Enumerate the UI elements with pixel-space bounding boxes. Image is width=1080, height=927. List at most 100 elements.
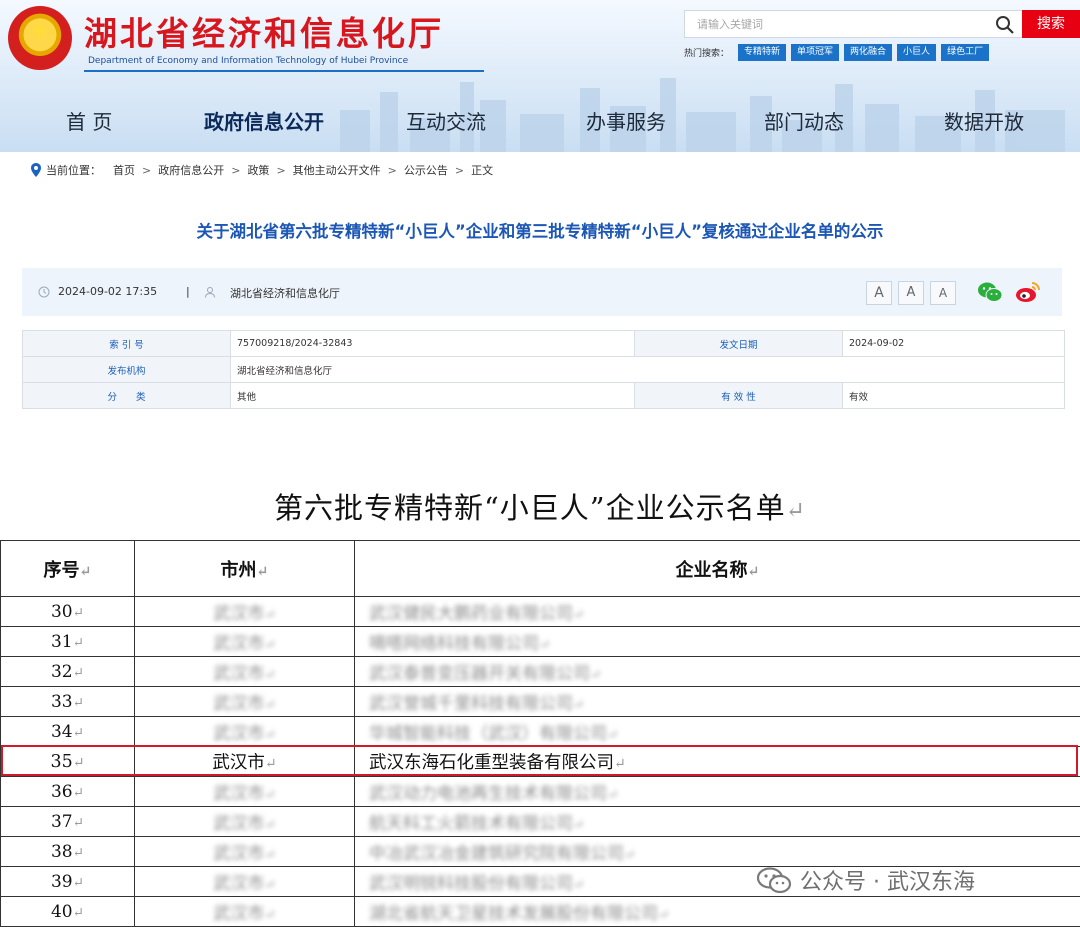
table-row: 38↵武汉市↵中冶武汉冶金建筑研究院有限公司↵ xyxy=(1,837,1080,867)
search-input[interactable] xyxy=(697,15,977,33)
breadcrumb-separator: > xyxy=(388,164,397,177)
table-row: 32↵武汉市↵武汉泰普变压器开关有限公司↵ xyxy=(1,657,1080,687)
hot-tag[interactable]: 单项冠军 xyxy=(791,44,839,61)
table-row: 33↵武汉市↵武汉誉城千里科技有限公司↵ xyxy=(1,687,1080,717)
row-number: 40↵ xyxy=(1,897,135,927)
nav-item-dept-news[interactable]: 部门动态 xyxy=(764,106,844,135)
breadcrumb-item[interactable]: 其他主动公开文件 xyxy=(293,162,381,178)
row-city: 武汉市↵ xyxy=(135,897,355,927)
breadcrumb-item[interactable]: 政策 xyxy=(247,162,269,178)
row-company-name: 武汉健民大鹏药业有限公司↵ xyxy=(355,597,1080,627)
user-icon xyxy=(204,286,216,298)
header-cell-city: 市州↵ xyxy=(135,541,355,597)
row-number: 34↵ xyxy=(1,717,135,747)
article-title: 关于湖北省第六批专精特新“小巨人”企业和第三批专精特新“小巨人”复核通过企业名单… xyxy=(0,218,1080,242)
row-city: 武汉市↵ xyxy=(135,807,355,837)
clock-icon xyxy=(38,286,50,298)
weibo-share-icon[interactable] xyxy=(1014,280,1042,304)
article-info-table: 索 引 号 757009218/2024-32843 发文日期 2024-09-… xyxy=(22,330,1065,409)
table-row: 30↵武汉市↵武汉健民大鹏药业有限公司↵ xyxy=(1,597,1080,627)
search-button[interactable]: 搜索 xyxy=(1022,10,1080,38)
row-number: 39↵ xyxy=(1,867,135,897)
nav-item-gov-info[interactable]: 政府信息公开 xyxy=(204,106,324,135)
breadcrumb-item[interactable]: 政府信息公开 xyxy=(158,162,224,178)
row-company-name: 武汉誉城千里科技有限公司↵ xyxy=(355,687,1080,717)
row-number: 30↵ xyxy=(1,597,135,627)
row-number: 32↵ xyxy=(1,657,135,687)
watermark-text: 公众号 · 武汉东海 xyxy=(800,864,975,896)
row-city: 武汉市↵ xyxy=(135,627,355,657)
header-cell-no: 序号↵ xyxy=(1,541,135,597)
font-size-large-button[interactable]: A xyxy=(866,281,892,305)
publish-datetime: 2024-09-02 17:35 xyxy=(58,285,157,298)
nav-item-home[interactable]: 首 页 xyxy=(66,106,112,135)
row-number: 33↵ xyxy=(1,687,135,717)
nav-item-services[interactable]: 办事服务 xyxy=(586,106,666,135)
info-value: 其他 xyxy=(231,383,635,409)
breadcrumb-separator: > xyxy=(455,164,464,177)
row-number: 38↵ xyxy=(1,837,135,867)
nav-item-interaction[interactable]: 互动交流 xyxy=(406,106,486,135)
row-company-name: 中冶武汉冶金建筑研究院有限公司↵ xyxy=(355,837,1080,867)
breadcrumb-separator: > xyxy=(276,164,285,177)
hot-tag[interactable]: 两化融合 xyxy=(844,44,892,61)
info-label: 发文日期 xyxy=(635,331,843,357)
search-icon[interactable] xyxy=(995,15,1015,35)
row-company-name: 嘀嗒网络科技有限公司↵ xyxy=(355,627,1080,657)
return-mark: ↵ xyxy=(786,497,806,524)
title-underline xyxy=(84,70,484,72)
row-city: 武汉市↵ xyxy=(135,687,355,717)
site-header: ★ 湖北省经济和信息化厅 Department of Economy and I… xyxy=(0,0,1080,152)
table-row: 36↵武汉市↵武汉动力电池再生技术有限公司↵ xyxy=(1,777,1080,807)
document-title: 第六批专精特新“小巨人”企业公示名单↵ xyxy=(0,485,1080,527)
font-size-small-button[interactable]: A xyxy=(930,281,956,305)
location-pin-icon xyxy=(30,163,42,177)
table-row: 34↵武汉市↵华城智能科技（武汉）有限公司↵ xyxy=(1,717,1080,747)
publish-source: 湖北省经济和信息化厅 xyxy=(230,285,340,301)
row-company-name: 华城智能科技（武汉）有限公司↵ xyxy=(355,717,1080,747)
site-subtitle-english: Department of Economy and Information Te… xyxy=(88,56,408,66)
row-city: 武汉市↵ xyxy=(135,867,355,897)
info-label: 发布机构 xyxy=(23,357,231,383)
row-company-name: 武汉泰普变压器开关有限公司↵ xyxy=(355,657,1080,687)
hot-search-tags: 专精特新 单项冠军 两化融合 小巨人 绿色工厂 xyxy=(738,44,989,61)
breadcrumb-label: 当前位置： xyxy=(46,162,101,178)
row-city: 武汉市↵ xyxy=(135,597,355,627)
hot-tag[interactable]: 小巨人 xyxy=(897,44,936,61)
article-meta-bar: 2024-09-02 17:35 | 湖北省经济和信息化厅 A A A xyxy=(22,268,1062,316)
breadcrumb: 当前位置： 首页 > 政府信息公开 > 政策 > 其他主动公开文件 > 公示公告… xyxy=(30,162,493,178)
info-label: 索 引 号 xyxy=(23,331,231,357)
row-number: 37↵ xyxy=(1,807,135,837)
row-company-name: 航天科工火箭技术有限公司↵ xyxy=(355,807,1080,837)
breadcrumb-item[interactable]: 公示公告 xyxy=(404,162,448,178)
hot-tag[interactable]: 绿色工厂 xyxy=(941,44,989,61)
search-box xyxy=(684,10,1023,38)
meta-separator: | xyxy=(186,285,190,298)
hot-tag[interactable]: 专精特新 xyxy=(738,44,786,61)
info-value: 757009218/2024-32843 xyxy=(231,331,635,357)
wechat-icon xyxy=(756,866,792,894)
breadcrumb-item[interactable]: 首页 xyxy=(113,162,135,178)
main-nav: 首 页 政府信息公开 互动交流 办事服务 部门动态 数据开放 xyxy=(0,106,1080,146)
info-value: 有效 xyxy=(843,383,1065,409)
nav-item-open-data[interactable]: 数据开放 xyxy=(944,106,1024,135)
highlight-box xyxy=(1,745,1078,776)
document-title-text: 第六批专精特新“小巨人”企业公示名单 xyxy=(274,491,786,525)
font-size-medium-button[interactable]: A xyxy=(898,281,924,305)
hot-search-label: 热门搜索： xyxy=(684,46,729,59)
row-city: 武汉市↵ xyxy=(135,657,355,687)
wechat-share-icon[interactable] xyxy=(976,280,1004,304)
info-label: 有 效 性 xyxy=(635,383,843,409)
table-row: 31↵武汉市↵嘀嗒网络科技有限公司↵ xyxy=(1,627,1080,657)
table-header-row: 序号↵市州↵企业名称↵ xyxy=(1,541,1080,597)
breadcrumb-separator: > xyxy=(142,164,151,177)
table-row: 40↵武汉市↵湖北省航天卫星技术发展股份有限公司↵ xyxy=(1,897,1080,927)
table-row: 37↵武汉市↵航天科工火箭技术有限公司↵ xyxy=(1,807,1080,837)
row-company-name: 湖北省航天卫星技术发展股份有限公司↵ xyxy=(355,897,1080,927)
breadcrumb-separator: > xyxy=(231,164,240,177)
row-number: 31↵ xyxy=(1,627,135,657)
row-number: 36↵ xyxy=(1,777,135,807)
info-value: 湖北省经济和信息化厅 xyxy=(231,357,1065,383)
site-title[interactable]: 湖北省经济和信息化厅 xyxy=(84,7,444,55)
header-cell-company: 企业名称↵ xyxy=(355,541,1080,597)
